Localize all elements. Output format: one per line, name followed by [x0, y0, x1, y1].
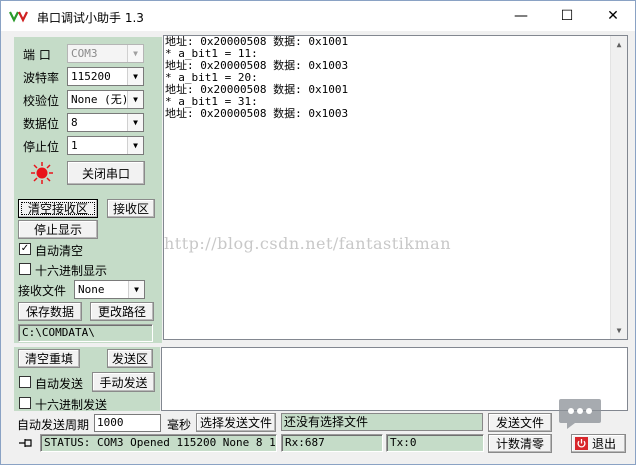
databits-label: 数据位 [23, 117, 60, 131]
send-period-label: 自动发送周期 [17, 418, 90, 432]
stop-display-button[interactable]: 停止显示 [18, 220, 98, 239]
status-text: STATUS: COM3 Opened 115200 None 8 1 [40, 434, 277, 452]
baud-value: 115200 [71, 70, 111, 83]
minimize-button[interactable]: — [498, 1, 544, 31]
app-logo-icon [9, 11, 28, 23]
power-icon [575, 437, 588, 450]
stopbits-select[interactable]: 1 ▼ [67, 136, 144, 155]
chevron-down-icon: ▼ [128, 281, 144, 298]
clear-send-button[interactable]: 清空重填 [18, 349, 80, 368]
exit-label: 退出 [592, 437, 617, 451]
databits-value: 8 [71, 116, 78, 129]
auto-clear-label: 自动清空 [35, 244, 84, 258]
send-file-button[interactable]: 发送文件 [488, 413, 552, 432]
chevron-down-icon: ▼ [127, 45, 143, 62]
title-bar: 串口调试小助手 1.3 — ☐ ✕ [1, 1, 635, 31]
port-select[interactable]: COM3 ▼ [67, 44, 144, 63]
hex-send-checkbox[interactable] [19, 397, 31, 409]
receive-file-value: None [78, 283, 105, 296]
receive-area-button[interactable]: 接收区 [107, 199, 155, 218]
watermark-text: http://blog.csdn.net/fantastikman [164, 234, 451, 253]
chevron-down-icon: ▼ [127, 91, 143, 108]
receive-scrollbar[interactable]: ▲ ▼ [610, 36, 627, 339]
window-title: 串口调试小助手 1.3 [37, 11, 144, 25]
clear-receive-button[interactable]: 清空接收区 [18, 199, 98, 218]
ms-label: 毫秒 [167, 418, 192, 432]
chevron-down-icon: ▼ [127, 114, 143, 131]
receive-file-label: 接收文件 [18, 284, 67, 298]
chat-bubble-icon [559, 399, 601, 429]
stopbits-label: 停止位 [23, 140, 60, 154]
pin-icon[interactable] [18, 437, 34, 449]
close-port-button[interactable]: 关闭串口 [67, 161, 145, 185]
close-icon: ✕ [607, 8, 619, 24]
stopbits-value: 1 [71, 139, 78, 152]
manual-send-button[interactable]: 手动发送 [92, 372, 155, 392]
save-data-button[interactable]: 保存数据 [18, 302, 82, 321]
auto-send-checkbox[interactable] [19, 376, 31, 388]
exit-button[interactable]: 退出 [571, 434, 626, 453]
port-label: 端 口 [23, 48, 51, 62]
close-button[interactable]: ✕ [590, 1, 636, 31]
scroll-up-icon[interactable]: ▲ [611, 36, 627, 53]
receive-file-select[interactable]: None ▼ [74, 280, 145, 299]
scroll-down-icon[interactable]: ▼ [611, 322, 627, 339]
choose-send-file-button[interactable]: 选择发送文件 [196, 413, 276, 432]
reset-count-button[interactable]: 计数清零 [488, 434, 552, 453]
send-area-button[interactable]: 发送区 [107, 349, 153, 368]
chevron-down-icon: ▼ [127, 137, 143, 154]
hex-send-label: 十六进制发送 [35, 398, 108, 412]
port-status-led-icon [31, 162, 53, 184]
app-window: 串口调试小助手 1.3 — ☐ ✕ 端 口 COM3 ▼ 波特率 115200 … [0, 0, 636, 465]
rx-counter: Rx:687 [281, 434, 383, 452]
receive-textarea[interactable]: 地址: 0x20000508 数据: 0x1001 * a_bit1 = 11: 地… [163, 35, 628, 340]
minimize-icon: — [514, 8, 528, 24]
hex-display-checkbox[interactable] [19, 263, 31, 275]
change-path-button[interactable]: 更改路径 [90, 302, 154, 321]
receive-lines: 地址: 0x20000508 数据: 0x1001 * a_bit1 = 11: 地… [164, 36, 627, 120]
baud-label: 波特率 [23, 71, 60, 85]
tx-counter: Tx:0 [386, 434, 484, 452]
send-period-input[interactable]: 1000 [94, 414, 161, 432]
parity-value: None (无) [71, 93, 129, 106]
port-value: COM3 [71, 47, 98, 60]
parity-label: 校验位 [23, 94, 60, 108]
auto-send-label: 自动发送 [35, 377, 84, 391]
chevron-down-icon: ▼ [127, 68, 143, 85]
receive-line: 地址: 0x20000508 数据: 0x1003 [165, 107, 349, 120]
auto-clear-checkbox[interactable]: ✓ [19, 243, 31, 255]
maximize-button[interactable]: ☐ [544, 1, 590, 31]
save-path-display: C:\COMDATA\ [18, 324, 153, 342]
parity-select[interactable]: None (无) ▼ [67, 90, 144, 109]
baud-select[interactable]: 115200 ▼ [67, 67, 144, 86]
send-file-status: 还没有选择文件 [281, 413, 483, 431]
maximize-icon: ☐ [560, 8, 574, 24]
hex-display-label: 十六进制显示 [35, 264, 108, 278]
databits-select[interactable]: 8 ▼ [67, 113, 144, 132]
